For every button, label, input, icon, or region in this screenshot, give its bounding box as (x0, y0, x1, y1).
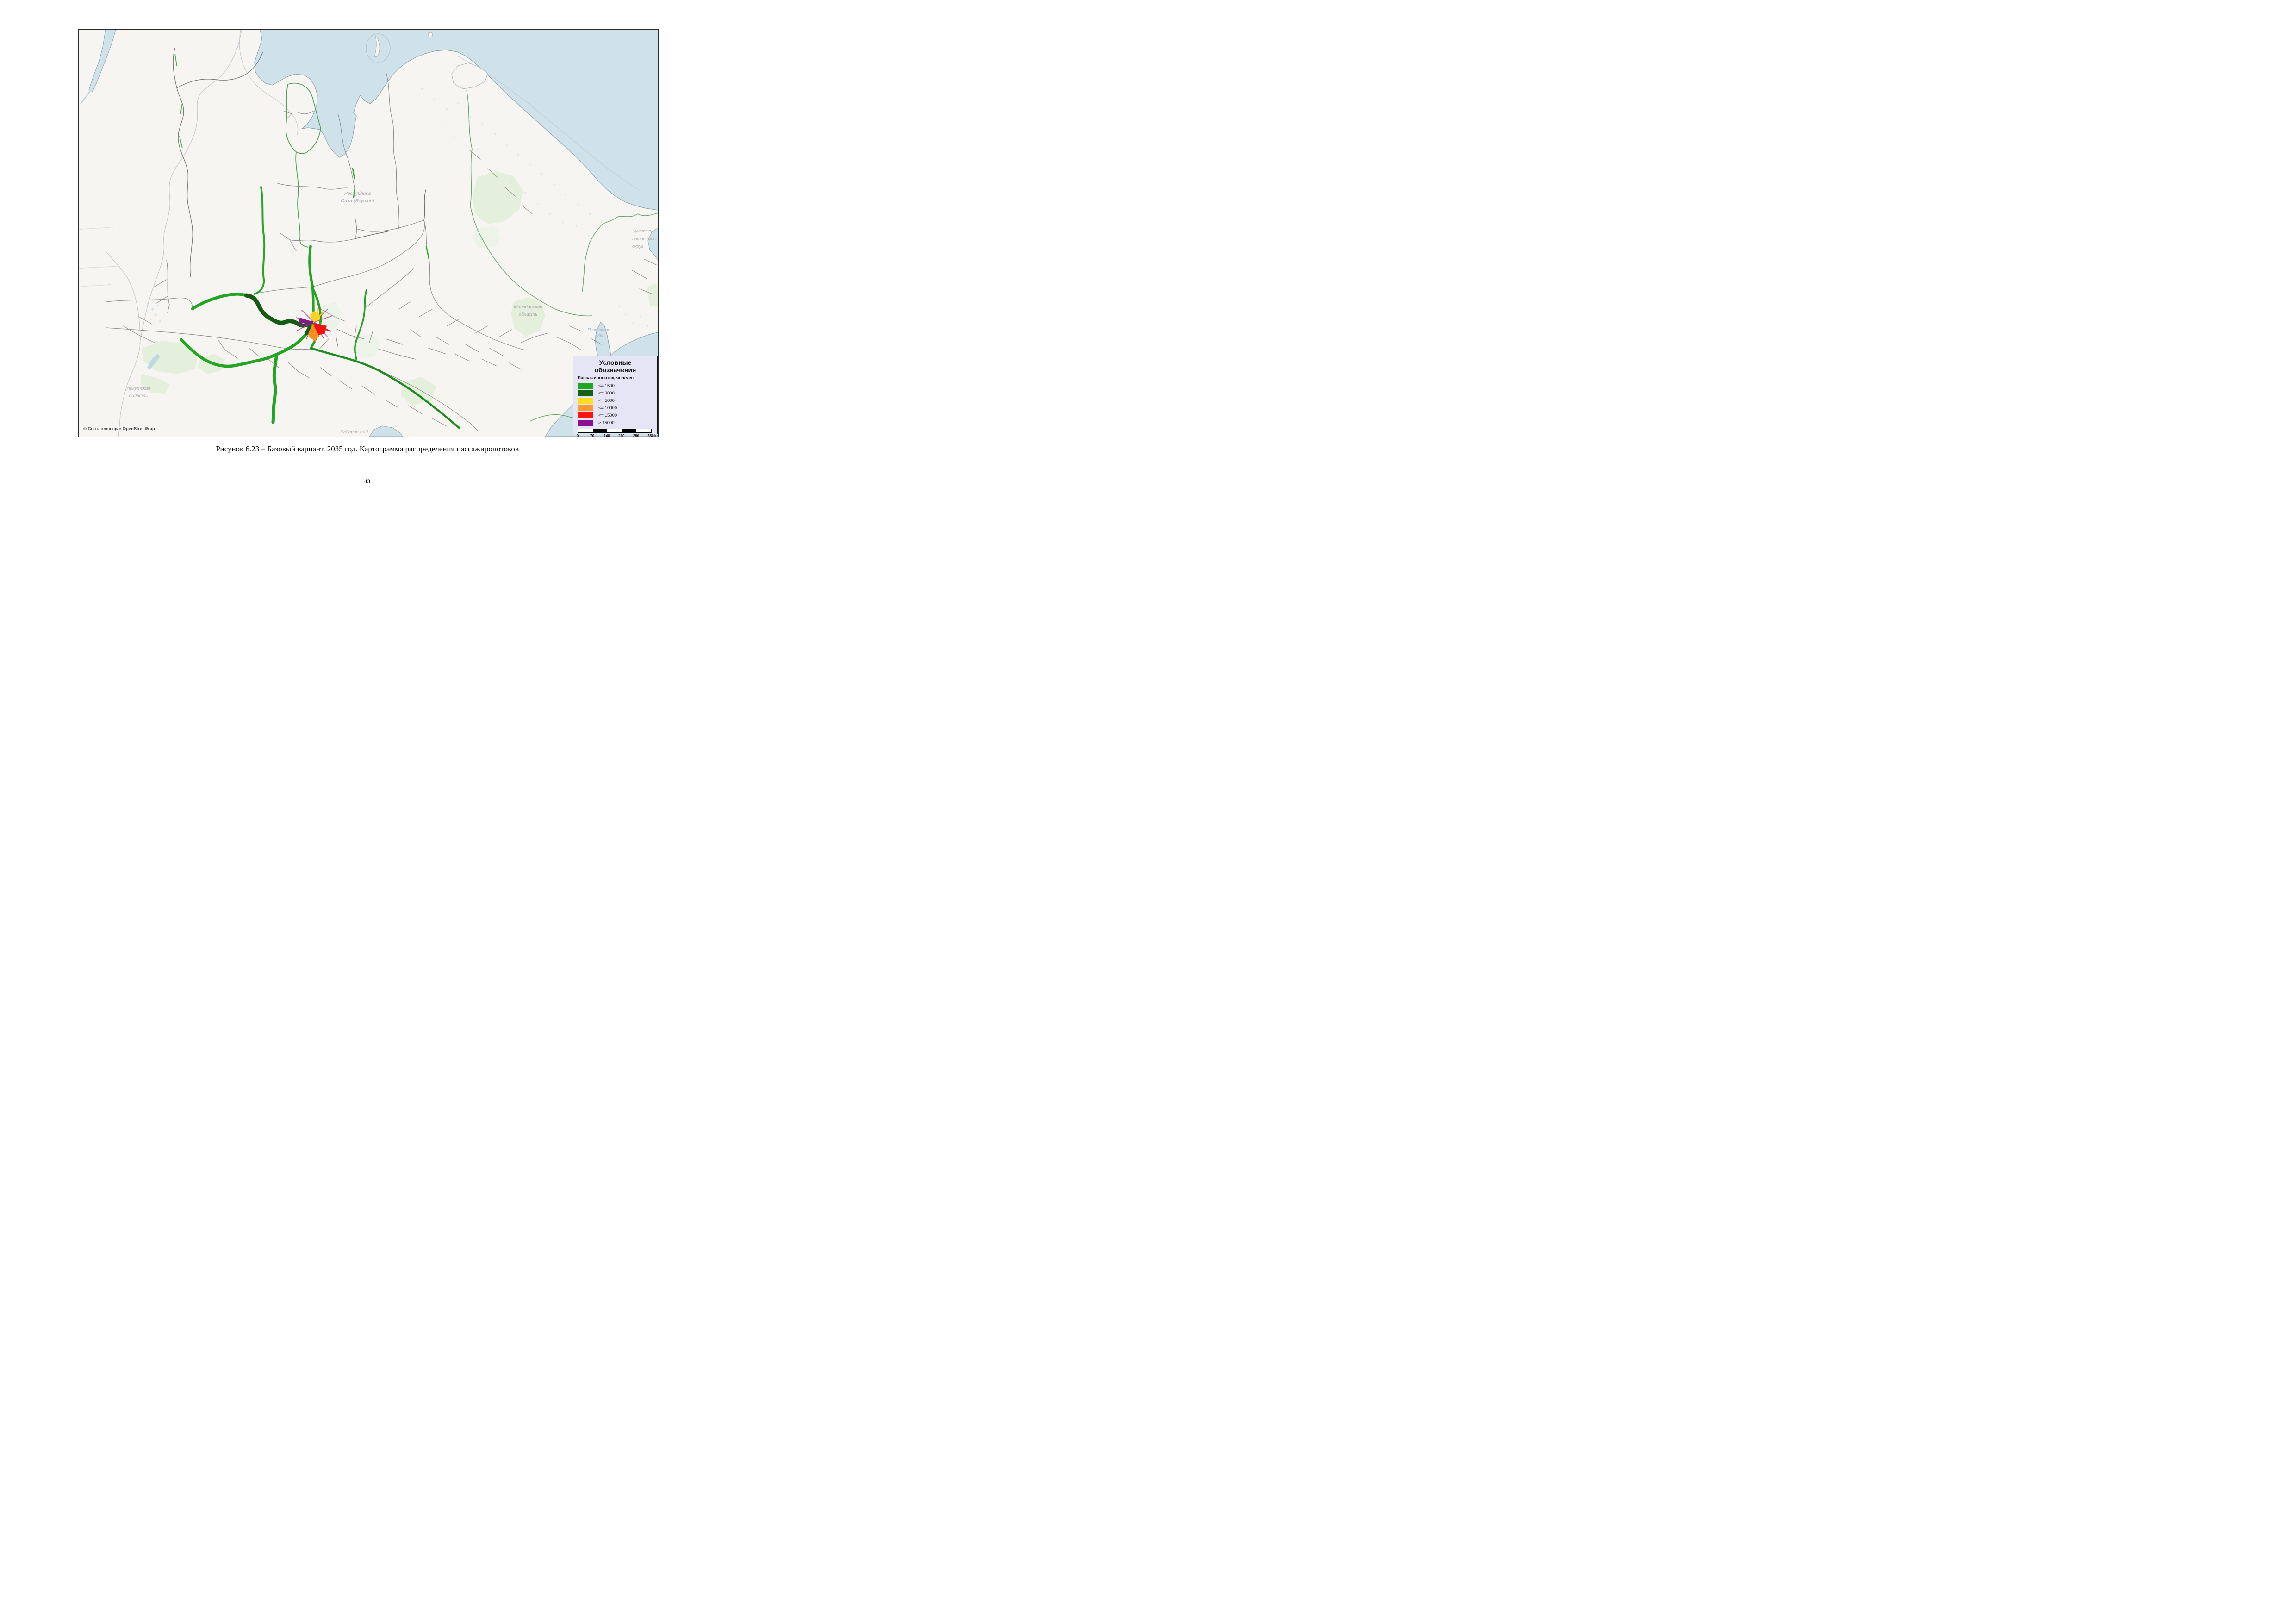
scale-segment (622, 429, 637, 432)
legend-swatch (578, 397, 593, 404)
scale-segment (607, 429, 622, 432)
scale-tick-label: 280 (633, 434, 640, 437)
scale-tick-label: 0 (576, 434, 579, 437)
legend-item-label: <= 10000 (598, 405, 617, 411)
legend-title: Условные обозначения (594, 359, 636, 374)
legend-item: <= 15000 (578, 412, 653, 419)
legend-item: > 15000 (578, 419, 653, 426)
map-figure: Республика Саха (Якутия) Иркутская облас… (78, 29, 659, 437)
legend-swatch (578, 390, 593, 396)
map-canvas (79, 30, 658, 437)
figure-caption: Рисунок 6.23 – Базовый вариант. 2035 год… (216, 444, 519, 453)
scale-tick-label: 210 (618, 434, 625, 437)
scale-bar: 0 70 140 210 280 350km (576, 429, 658, 437)
legend-item-label: > 15000 (598, 420, 615, 425)
map-legend: Условные обозначения Пассажиропоток, чел… (573, 356, 658, 437)
legend-swatch (578, 419, 593, 426)
scale-unit-label: km (654, 434, 658, 437)
legend-swatch (578, 405, 593, 411)
legend-item: <= 3000 (578, 389, 653, 397)
legend-item-label: <= 5000 (598, 398, 615, 403)
scale-segment (636, 429, 651, 432)
legend-item-label: <= 15000 (598, 412, 617, 418)
scale-tick-label: 70 (590, 434, 595, 437)
scale-bar-segments (578, 429, 652, 433)
legend-item-label: <= 1500 (598, 383, 615, 388)
document-page: Республика Саха (Якутия) Иркутская облас… (0, 0, 734, 519)
legend-swatch (578, 412, 593, 418)
scale-tick-label: 350 (647, 434, 654, 437)
scale-tick-label: 140 (604, 434, 610, 437)
legend-swatch (578, 382, 593, 389)
scale-segment (578, 429, 593, 432)
legend-subtitle: Пассажиропоток, чел/мес (578, 375, 634, 381)
legend-item: <= 1500 (578, 382, 653, 389)
legend-item-label: <= 3000 (598, 390, 615, 396)
legend-item: <= 5000 (578, 397, 653, 404)
legend-items: <= 1500 <= 3000 <= 5000 <= 10000 <= 15000 > 1… (578, 382, 653, 426)
scale-bar-ticks: 0 70 140 210 280 350km (576, 433, 658, 437)
map-attribution: © Составляющие OpenStreetMap (83, 426, 155, 431)
scale-segment (592, 429, 608, 432)
page-number: 43 (364, 478, 370, 485)
legend-item: <= 10000 (578, 404, 653, 412)
